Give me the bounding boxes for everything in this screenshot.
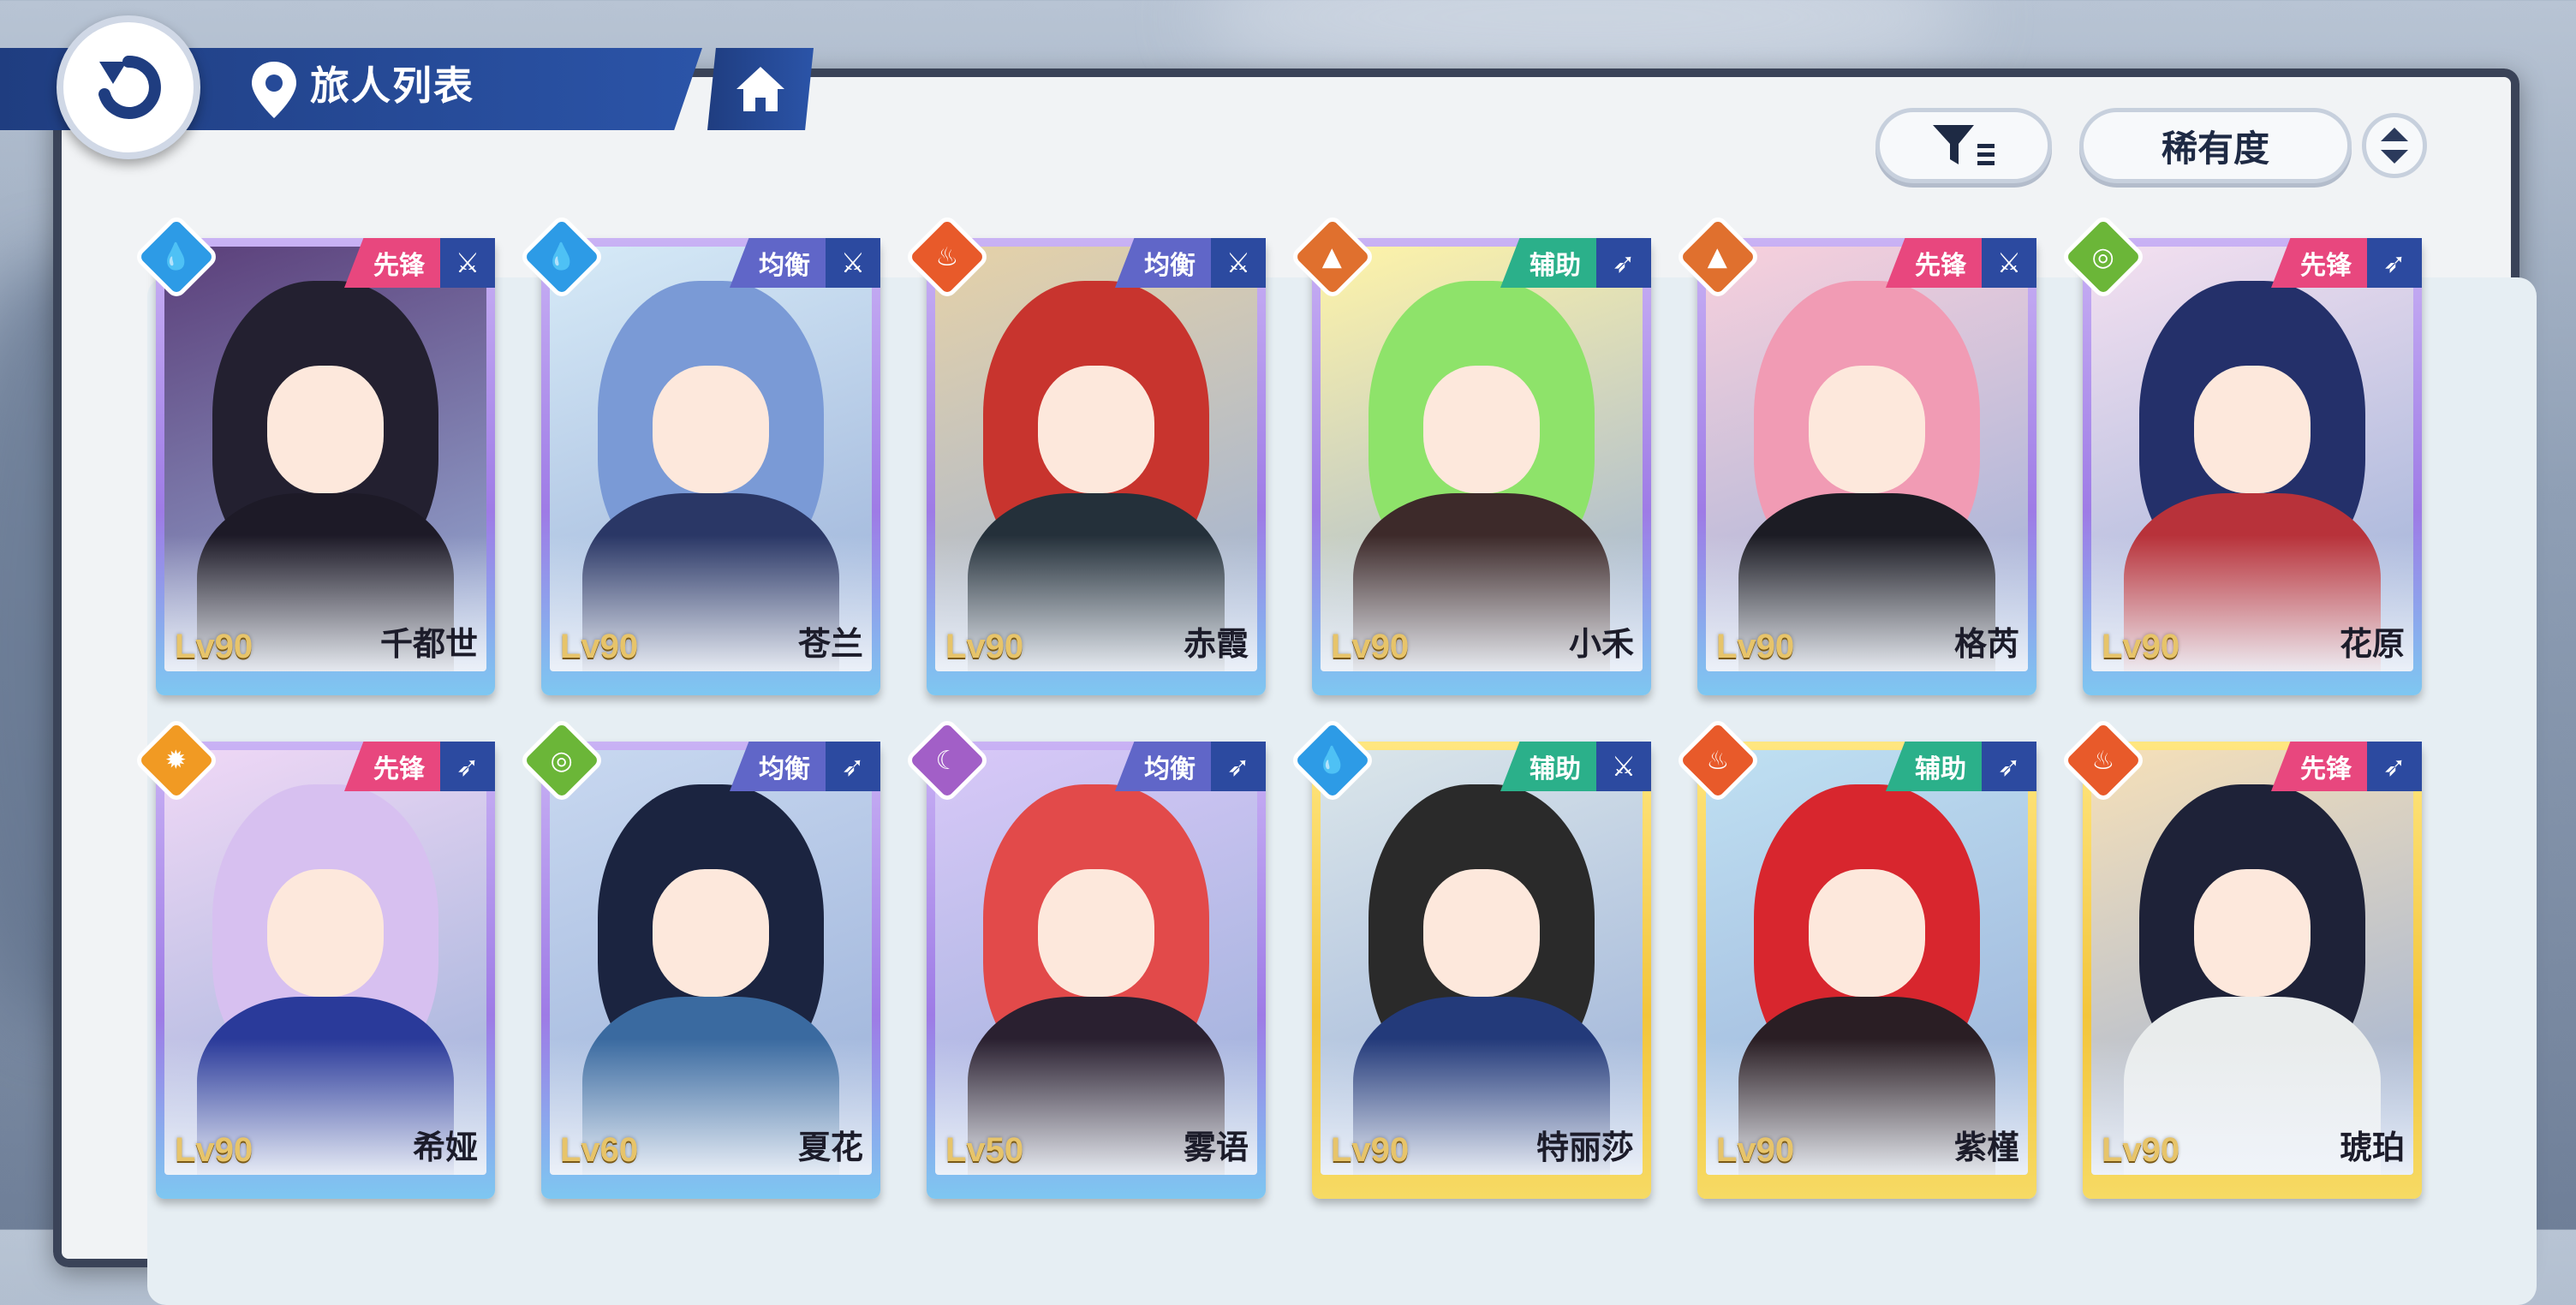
traveler-portrait: Lv90 紫槿 [1706,750,2028,1175]
traveler-level: Lv90 [945,628,1024,665]
home-icon [736,67,784,111]
traveler-level: Lv90 [175,1131,253,1169]
traveler-level: Lv50 [945,1131,1024,1169]
traveler-name: 千都世 [379,625,478,663]
role-label: 先锋 [1886,238,1982,288]
bow-icon: ➶ [826,742,880,791]
traveler-name: 苍兰 [797,625,863,663]
role-tag: 先锋 ➶ [2271,238,2422,288]
traveler-name: 琥珀 [2339,1129,2405,1166]
sort-up-down-icon [2381,128,2408,164]
traveler-level: Lv90 [2102,628,2180,665]
traveler-card[interactable]: Lv90 苍兰 💧 均衡 ⚔ [518,213,880,695]
traveler-level: Lv90 [2102,1131,2180,1169]
traveler-portrait: Lv90 希娅 [164,750,486,1175]
traveler-portrait: Lv90 花原 [2091,247,2413,671]
sword-icon: ⚔ [826,238,880,288]
traveler-portrait: Lv90 琥珀 [2091,750,2413,1175]
role-tag: 均衡 ⚔ [730,238,880,288]
traveler-card[interactable]: Lv90 特丽莎 💧 辅助 ⚔ [1289,717,1651,1199]
back-arrow-icon [98,55,161,119]
traveler-card[interactable]: Lv90 紫槿 ♨ 辅助 ➶ [1674,717,2036,1199]
role-label: 均衡 [730,238,826,288]
traveler-portrait: Lv90 特丽莎 [1321,750,1643,1175]
traveler-card[interactable]: Lv90 小禾 ▲ 辅助 ➶ [1289,213,1651,695]
traveler-card[interactable]: Lv90 花原 ◎ 先锋 ➶ [2060,213,2422,695]
traveler-level: Lv90 [1716,1131,1795,1169]
role-tag: 先锋 ⚔ [344,238,495,288]
role-label: 先锋 [2271,238,2367,288]
role-label: 先锋 [2271,742,2367,791]
traveler-portrait: Lv90 苍兰 [550,247,872,671]
role-label: 辅助 [1500,742,1596,791]
traveler-level: Lv60 [560,1131,639,1169]
sort-order-toggle[interactable] [2362,113,2427,178]
traveler-portrait: Lv90 赤霞 [935,247,1257,671]
traveler-portrait: Lv90 千都世 [164,247,486,671]
traveler-level: Lv90 [1331,1131,1410,1169]
traveler-name: 夏花 [797,1129,863,1166]
traveler-card[interactable]: Lv90 琥珀 ♨ 先锋 ➶ [2060,717,2422,1199]
traveler-portrait: Lv90 小禾 [1321,247,1643,671]
traveler-name: 小禾 [1568,625,1634,663]
traveler-card[interactable]: Lv60 夏花 ◎ 均衡 ➶ [518,717,880,1199]
bow-icon: ➶ [2367,238,2422,288]
traveler-name: 赤霞 [1183,625,1249,663]
traveler-name: 特丽莎 [1535,1129,1634,1166]
traveler-level: Lv90 [175,628,253,665]
role-label: 先锋 [344,742,440,791]
bow-icon: ➶ [1982,742,2036,791]
role-label: 均衡 [730,742,826,791]
traveler-card[interactable]: Lv90 赤霞 ♨ 均衡 ⚔ [903,213,1266,695]
sword-icon: ⚔ [1982,238,2036,288]
traveler-card[interactable]: Lv90 希娅 ✹ 先锋 ➶ [133,717,495,1199]
traveler-portrait: Lv90 格芮 [1706,247,2028,671]
role-tag: 均衡 ➶ [1115,742,1266,791]
bow-icon: ➶ [1596,238,1651,288]
traveler-card[interactable]: Lv90 格芮 ▲ 先锋 ⚔ [1674,213,2036,695]
sort-label: 稀有度 [2161,127,2269,170]
traveler-name: 希娅 [412,1129,478,1166]
traveler-level: Lv90 [560,628,639,665]
role-tag: 先锋 ➶ [344,742,495,791]
traveler-level: Lv90 [1716,628,1795,665]
bow-icon: ➶ [440,742,495,791]
back-button[interactable] [57,15,200,159]
role-tag: 均衡 ➶ [730,742,880,791]
bow-icon: ➶ [1211,742,1266,791]
bow-icon: ➶ [2367,742,2422,791]
traveler-name: 花原 [2339,625,2405,663]
role-tag: 先锋 ➶ [2271,742,2422,791]
page-title: 旅人列表 [310,63,474,109]
traveler-name: 紫槿 [1953,1129,2019,1166]
location-pin-icon [252,62,296,118]
traveler-card[interactable]: Lv90 千都世 💧 先锋 ⚔ [133,213,495,695]
role-tag: 辅助 ➶ [1886,742,2036,791]
traveler-level: Lv90 [1331,628,1410,665]
role-tag: 辅助 ➶ [1500,238,1651,288]
role-tag: 先锋 ⚔ [1886,238,2036,288]
sword-icon: ⚔ [440,238,495,288]
role-label: 辅助 [1886,742,1982,791]
traveler-card[interactable]: Lv50 雾语 ☾ 均衡 ➶ [903,717,1266,1199]
role-tag: 均衡 ⚔ [1115,238,1266,288]
role-label: 先锋 [344,238,440,288]
home-button[interactable] [707,48,814,130]
sword-icon: ⚔ [1596,742,1651,791]
traveler-portrait: Lv60 夏花 [550,750,872,1175]
role-tag: 辅助 ⚔ [1500,742,1651,791]
traveler-name: 雾语 [1183,1129,1249,1166]
filter-button[interactable] [1875,108,2052,183]
role-label: 均衡 [1115,238,1211,288]
sword-icon: ⚔ [1211,238,1266,288]
traveler-name: 格芮 [1953,625,2019,663]
role-label: 均衡 [1115,742,1211,791]
traveler-portrait: Lv50 雾语 [935,750,1257,1175]
sort-rarity-button[interactable]: 稀有度 [2079,108,2352,183]
role-label: 辅助 [1500,238,1596,288]
filter-icon [1933,125,1995,165]
